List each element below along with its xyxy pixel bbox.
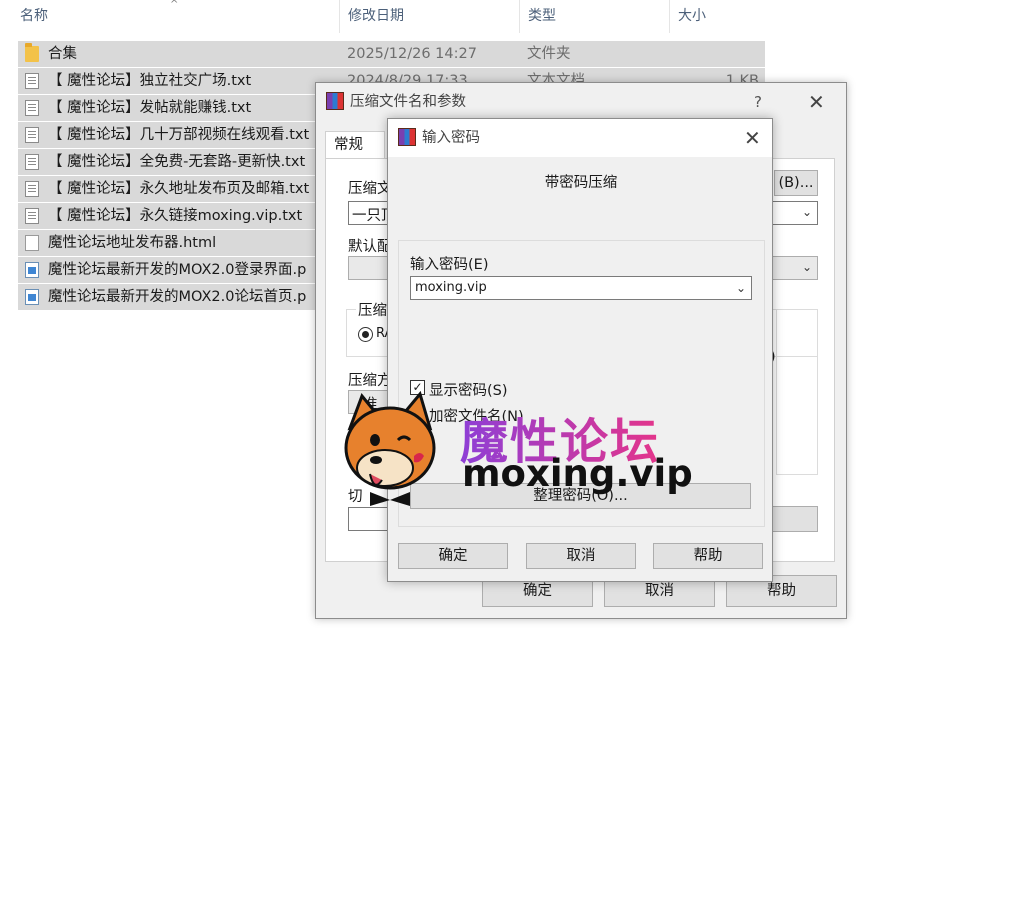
rar-radio[interactable] [358, 327, 373, 342]
file-row[interactable]: 合集 2025/12/26 14:27 文件夹 [18, 41, 765, 68]
file-name: 【 魔性论坛】独立社交广场.txt [48, 73, 252, 89]
column-size[interactable]: 大小 [669, 0, 769, 33]
password-input[interactable]: moxing.vip ⌄ [410, 276, 752, 300]
text-file-icon [25, 73, 39, 89]
password-dialog-titlebar[interactable]: 输入密码 ✕ [388, 119, 772, 157]
text-file-icon [25, 154, 39, 170]
file-type: 文件夹 [527, 46, 571, 62]
compression-method-label: 压缩方 [348, 373, 392, 389]
image-file-icon [25, 289, 39, 305]
archive-dialog-title: 压缩文件名和参数 [350, 94, 466, 110]
column-modified[interactable]: 修改日期 [339, 0, 519, 33]
column-header: 名称 ^ 修改日期 类型 大小 [0, 0, 770, 33]
file-name: 魔性论坛最新开发的MOX2.0登录界面.p [48, 262, 307, 278]
watermark-url: moxing.vip [462, 452, 693, 495]
column-type[interactable]: 类型 [519, 0, 669, 33]
chevron-down-icon: ⌄ [801, 205, 812, 219]
file-name: 【 魔性论坛】几十万部视频在线观看.txt [48, 127, 310, 143]
archive-name-label: 压缩文 [348, 181, 392, 197]
image-file-icon [25, 262, 39, 278]
file-name: 【 魔性论坛】永久地址发布页及邮箱.txt [48, 181, 310, 197]
help-button[interactable]: 帮助 [653, 543, 763, 569]
archive-format-label: 压缩 [356, 299, 389, 320]
text-file-icon [25, 181, 39, 197]
html-file-icon [25, 235, 39, 251]
show-password-label: 显示密码(S) [429, 383, 508, 399]
chevron-down-icon: ⌄ [801, 260, 812, 274]
close-icon[interactable]: ✕ [744, 119, 761, 157]
file-name: 【 魔性论坛】发帖就能赚钱.txt [48, 100, 252, 116]
close-icon[interactable]: ✕ [808, 83, 825, 121]
help-icon[interactable]: ? [754, 83, 762, 121]
sort-ascending-icon: ^ [170, 0, 179, 10]
winrar-icon [398, 128, 416, 146]
set-password-button[interactable] [766, 506, 818, 532]
file-name: 合集 [48, 46, 77, 62]
archive-dialog-titlebar[interactable]: 压缩文件名和参数 ? ✕ [316, 83, 846, 121]
password-dialog-heading: 带密码压缩 [544, 175, 618, 191]
browse-button[interactable]: (B)... [774, 170, 818, 196]
radio-dot-icon [362, 331, 369, 338]
file-name: 魔性论坛最新开发的MOX2.0论坛首页.p [48, 289, 307, 305]
text-file-icon [25, 127, 39, 143]
file-name: 【 魔性论坛】永久链接moxing.vip.txt [48, 208, 303, 224]
default-profile-label: 默认配 [348, 239, 392, 255]
chevron-down-icon: ⌄ [735, 281, 746, 295]
tab-general[interactable]: 常规 [325, 131, 385, 159]
enter-password-label: 输入密码(E) [410, 257, 489, 273]
file-date: 2025/12/26 14:27 [347, 46, 477, 62]
file-name: 【 魔性论坛】全免费-无套路-更新快.txt [48, 154, 306, 170]
winrar-icon [326, 92, 344, 110]
text-file-icon [25, 100, 39, 116]
cancel-button[interactable]: 取消 [526, 543, 636, 569]
ok-button[interactable]: 确定 [398, 543, 508, 569]
folder-icon [25, 43, 39, 62]
text-file-icon [25, 208, 39, 224]
password-value: moxing.vip [415, 280, 487, 295]
shiba-mascot-icon [344, 390, 436, 506]
password-dialog: 输入密码 ✕ 带密码压缩 输入密码(E) moxing.vip ⌄ ✓ 显示密码… [387, 118, 773, 582]
password-dialog-title: 输入密码 [422, 130, 480, 146]
file-name: 魔性论坛地址发布器.html [48, 235, 217, 251]
options-group [776, 309, 818, 475]
